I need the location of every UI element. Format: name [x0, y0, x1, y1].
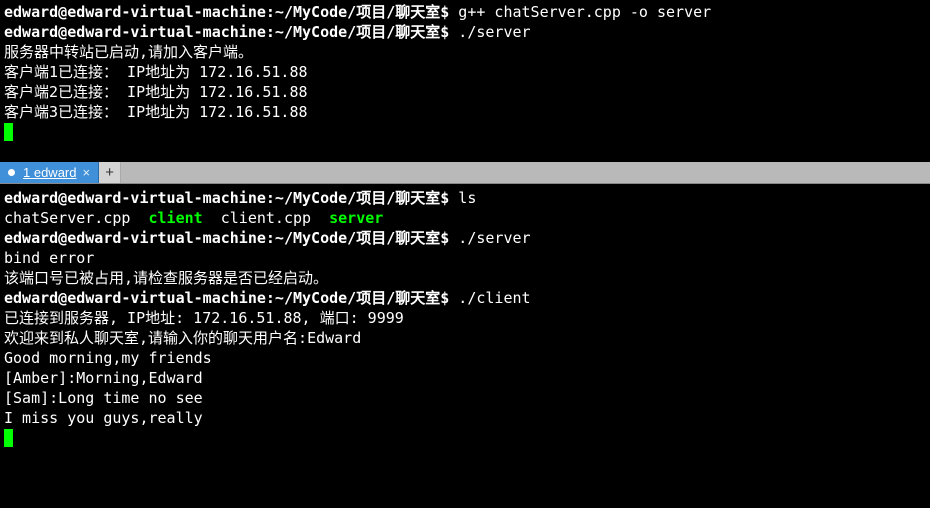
shell-command: ./server	[449, 229, 530, 247]
ls-executable: client	[149, 209, 203, 227]
terminal-line: edward@edward-virtual-machine:~/MyCode/项…	[4, 188, 926, 208]
cursor-icon	[4, 123, 13, 141]
terminal-line: edward@edward-virtual-machine:~/MyCode/项…	[4, 288, 926, 308]
shell-prompt: edward@edward-virtual-machine:~/MyCode/项…	[4, 3, 449, 21]
terminal-line: bind error	[4, 248, 926, 268]
terminal-line: 该端口号已被占用,请检查服务器是否已经启动。	[4, 268, 926, 288]
terminal-line: chatServer.cpp client client.cpp server	[4, 208, 926, 228]
terminal-line: 客户端2已连接： IP地址为 172.16.51.88	[4, 82, 926, 102]
shell-prompt: edward@edward-virtual-machine:~/MyCode/项…	[4, 229, 449, 247]
tab-bar: 1 edward × +	[0, 162, 930, 184]
terminal-line: edward@edward-virtual-machine:~/MyCode/项…	[4, 2, 926, 22]
close-icon[interactable]: ×	[82, 163, 90, 183]
terminal-line: 服务器中转站已启动,请加入客户端。	[4, 42, 926, 62]
shell-prompt: edward@edward-virtual-machine:~/MyCode/项…	[4, 289, 449, 307]
ls-output: client.cpp	[203, 209, 329, 227]
terminal-line: Good morning,my friends	[4, 348, 926, 368]
terminal-line: 客户端1已连接： IP地址为 172.16.51.88	[4, 62, 926, 82]
terminal-line: edward@edward-virtual-machine:~/MyCode/项…	[4, 22, 926, 42]
shell-command: ./client	[449, 289, 530, 307]
terminal-line: 欢迎来到私人聊天室,请输入你的聊天用户名:Edward	[4, 328, 926, 348]
shell-command: ls	[449, 189, 476, 207]
shell-prompt: edward@edward-virtual-machine:~/MyCode/项…	[4, 189, 449, 207]
tab-label: 1 edward	[23, 163, 76, 183]
terminal-pane-bottom[interactable]: edward@edward-virtual-machine:~/MyCode/项…	[0, 184, 930, 448]
terminal-line: 已连接到服务器, IP地址: 172.16.51.88, 端口: 9999	[4, 308, 926, 328]
shell-prompt: edward@edward-virtual-machine:~/MyCode/项…	[4, 23, 449, 41]
terminal-line: I miss you guys,really	[4, 408, 926, 428]
ls-output: chatServer.cpp	[4, 209, 149, 227]
tab-edward[interactable]: 1 edward ×	[0, 162, 99, 183]
add-tab-button[interactable]: +	[99, 162, 121, 183]
cursor-icon	[4, 429, 13, 447]
tab-indicator-icon	[8, 169, 15, 176]
terminal-line: edward@edward-virtual-machine:~/MyCode/项…	[4, 228, 926, 248]
terminal-line: [Sam]:Long time no see	[4, 388, 926, 408]
terminal-line	[4, 428, 926, 448]
terminal-line: 客户端3已连接： IP地址为 172.16.51.88	[4, 102, 926, 122]
ls-executable: server	[329, 209, 383, 227]
shell-command: g++ chatServer.cpp -o server	[449, 3, 711, 21]
terminal-pane-top[interactable]: edward@edward-virtual-machine:~/MyCode/项…	[0, 0, 930, 162]
terminal-line	[4, 122, 926, 142]
plus-icon: +	[105, 163, 114, 183]
terminal-line: [Amber]:Morning,Edward	[4, 368, 926, 388]
shell-command: ./server	[449, 23, 530, 41]
